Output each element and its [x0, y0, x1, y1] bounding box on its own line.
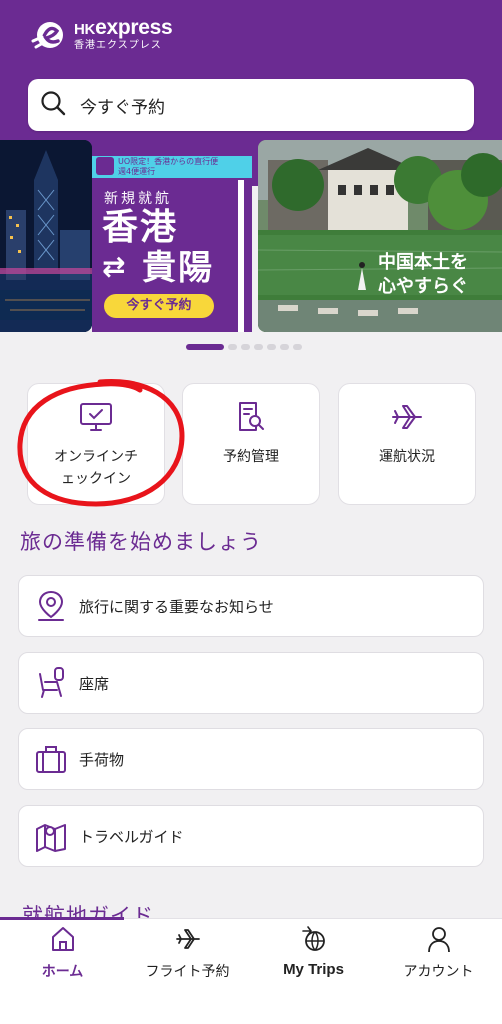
online-checkin-button[interactable]: オンラインチ ェックイン	[27, 383, 165, 505]
list-item-seat[interactable]: 座席	[18, 652, 484, 714]
logo-e-icon	[30, 14, 70, 54]
promo-logo-icon	[96, 157, 114, 175]
document-search-icon	[234, 400, 268, 434]
carousel-dot[interactable]	[241, 344, 250, 350]
tab-label: フライト予約	[145, 964, 230, 980]
online-checkin-label: オンラインチ ェックイン	[54, 449, 138, 487]
bottom-tab-bar: ホーム フライト予約 My Trips アカウント	[0, 917, 502, 1024]
plane-icon	[175, 925, 201, 953]
flight-status-label: 運航状況	[379, 449, 435, 465]
manage-booking-button[interactable]: 予約管理	[182, 383, 320, 505]
section-title: 旅の準備を始めましょう	[20, 530, 262, 554]
list-item-baggage[interactable]: 手荷物	[18, 728, 484, 790]
carousel-dot[interactable]	[293, 344, 302, 350]
tab-label: My Trips	[283, 961, 344, 978]
map-pin-icon	[35, 819, 67, 853]
monitor-check-icon	[79, 400, 113, 434]
banner-slide-prev[interactable]	[0, 140, 92, 332]
tab-label: ホーム	[41, 964, 84, 980]
tab-my-trips[interactable]: My Trips	[251, 919, 376, 999]
tab-home[interactable]: ホーム	[0, 919, 125, 999]
search-input[interactable]: 今すぐ予約	[28, 79, 474, 131]
banner-cta-button[interactable]: 今すぐ予約	[104, 294, 214, 318]
promo-tag: UO限定！香港からの直行便 週4便運行	[92, 156, 252, 178]
search-icon	[40, 90, 66, 120]
carousel-dot[interactable]	[186, 344, 224, 350]
banner-slide-next[interactable]: 中国本土を 心やすらぐ	[258, 140, 502, 332]
hk-express-logo: HKexpress 香港エクスプレス	[30, 14, 173, 54]
manage-booking-label: 予約管理	[223, 449, 279, 465]
banner-right-caption-2: 心やすらぐ	[378, 276, 468, 297]
list-item-travel-guide[interactable]: トラベルガイド	[18, 805, 484, 867]
tab-label: アカウント	[403, 964, 474, 980]
plane-icon	[390, 400, 424, 434]
seat-icon	[35, 666, 67, 700]
carousel-dot[interactable]	[254, 344, 263, 350]
list-item-label: 旅行に関する重要なお知らせ	[79, 597, 274, 616]
search-placeholder: 今すぐ予約	[80, 97, 165, 118]
carousel-indicators[interactable]	[186, 344, 302, 350]
list-item-label: 座席	[79, 674, 110, 693]
tab-account[interactable]: アカウント	[376, 919, 501, 999]
carousel-dot[interactable]	[280, 344, 289, 350]
list-item-label: 手荷物	[79, 750, 125, 769]
globe-plane-icon	[301, 925, 327, 953]
tab-flight-booking[interactable]: フライト予約	[125, 919, 250, 999]
location-pin-icon	[35, 589, 67, 623]
city-to: 貴陽	[142, 248, 214, 288]
new-route-label: 新規就航	[104, 191, 172, 207]
banner-slide-current[interactable]: UO限定！香港からの直行便 週4便運行 新規就航 香港 ⇄ 貴陽 今すぐ予約	[92, 140, 252, 332]
carousel-dot[interactable]	[228, 344, 237, 350]
city-from: 香港	[102, 207, 179, 248]
list-item-label: トラベルガイド	[79, 827, 184, 846]
user-icon	[426, 925, 452, 953]
home-icon	[50, 925, 76, 953]
luggage-icon	[35, 742, 67, 776]
banner-right-caption-1: 中国本土を	[378, 251, 468, 273]
swap-arrows-icon: ⇄	[102, 250, 126, 283]
flight-status-button[interactable]: 運航状況	[338, 383, 476, 505]
carousel-dot[interactable]	[267, 344, 276, 350]
list-item-travel-notice[interactable]: 旅行に関する重要なお知らせ	[18, 575, 484, 637]
